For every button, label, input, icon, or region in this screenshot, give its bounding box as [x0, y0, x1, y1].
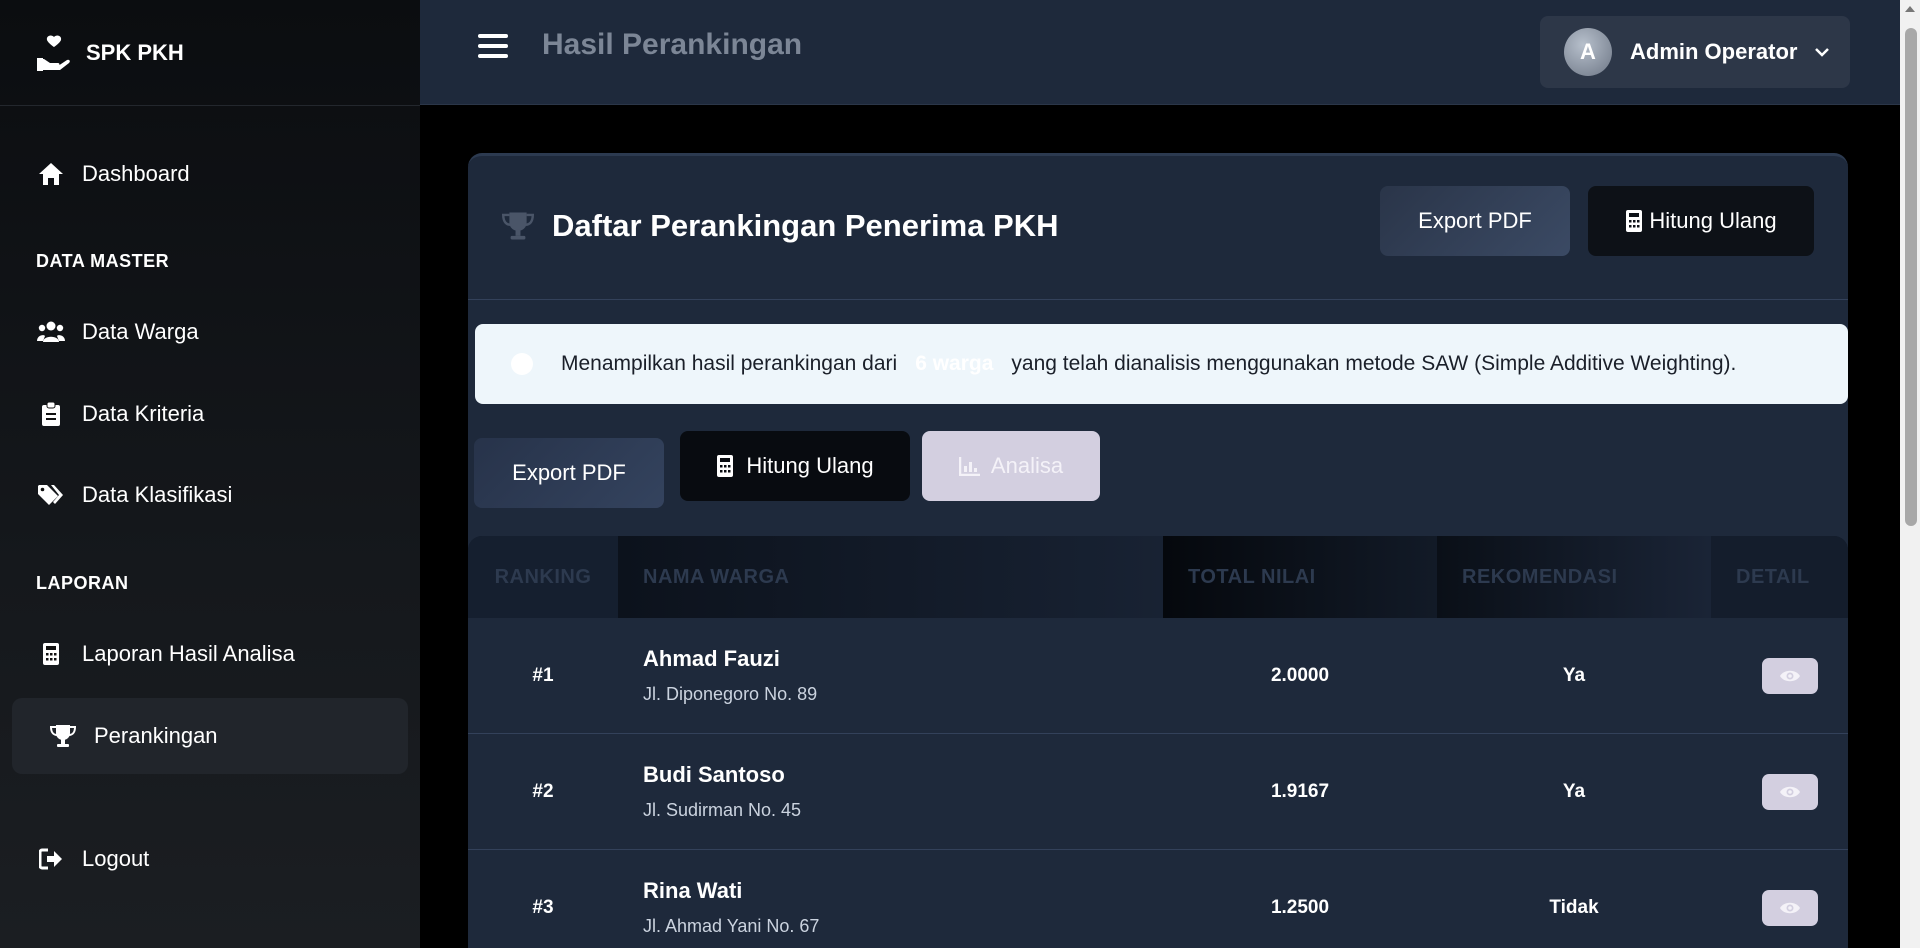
users-icon: [36, 317, 66, 347]
trophy-icon: [48, 721, 78, 751]
cell-detail: [1711, 889, 1848, 926]
cell-rank: #3: [532, 896, 554, 918]
cell-rekomendasi: Ya: [1562, 780, 1586, 802]
ranking-table: RANKING NAMA WARGA TOTAL NILAI REKOMENDA…: [468, 536, 1848, 948]
table-row: #2 Budi Santoso Jl. Sudirman No. 45 1.91…: [468, 734, 1848, 850]
sidebar-item-label: Laporan Hasil Analisa: [82, 641, 295, 666]
clipboard-icon: [36, 399, 66, 429]
trophy-icon: [502, 212, 534, 240]
calculator-icon: [36, 639, 66, 669]
page-title: Hasil Perankingan: [542, 28, 803, 61]
table-header: RANKING NAMA WARGA TOTAL NILAI REKOMENDA…: [468, 536, 1848, 618]
scrollbar-thumb[interactable]: [1905, 28, 1917, 526]
sidebar-item-data-kriteria[interactable]: Data Kriteria: [12, 376, 408, 452]
export-pdf-button[interactable]: Export PDF: [474, 438, 664, 508]
warga-name: Budi Santoso: [643, 762, 785, 787]
ranking-card: Daftar Perankingan Penerima PKH Export P…: [468, 153, 1848, 948]
page-scrollbar[interactable]: [1900, 0, 1920, 948]
eye-icon: [1779, 670, 1800, 681]
cell-nama: Budi Santoso Jl. Sudirman No. 45: [618, 762, 1163, 821]
view-detail-button[interactable]: [1761, 889, 1818, 926]
cell-rekomendasi: Ya: [1562, 664, 1586, 686]
export-pdf-button[interactable]: Export PDF: [1380, 186, 1570, 256]
cell-nama: Rina Wati Jl. Ahmad Yani No. 67: [618, 878, 1163, 937]
hand-heart-icon: [37, 35, 70, 71]
tags-icon: [36, 480, 66, 510]
hitung-ulang-button[interactable]: Hitung Ulang: [1588, 186, 1814, 256]
button-label: Hitung Ulang: [1649, 208, 1777, 233]
card-header: Daftar Perankingan Penerima PKH Export P…: [468, 156, 1848, 300]
cell-rank: #1: [532, 664, 554, 686]
table-row: #3 Rina Wati Jl. Ahmad Yani No. 67 1.250…: [468, 850, 1848, 948]
sidebar-item-perankingan[interactable]: Perankingan: [12, 698, 408, 774]
cell-detail: [1711, 773, 1848, 810]
sidebar-item-label: Data Klasifikasi: [82, 482, 233, 507]
button-label: Export PDF: [512, 460, 626, 485]
cell-rank: #2: [532, 780, 554, 802]
cell-rekomendasi: Tidak: [1549, 896, 1599, 918]
warga-address: Jl. Ahmad Yani No. 67: [643, 916, 820, 936]
calculator-icon: [1626, 210, 1643, 232]
chevron-down-icon: [1815, 48, 1830, 57]
sidebar-item-label: Data Warga: [82, 319, 199, 344]
sidebar-item-label: Data Kriteria: [82, 401, 205, 426]
chart-bar-icon: [958, 457, 980, 476]
table-row: #1 Ahmad Fauzi Jl. Diponegoro No. 89 2.0…: [468, 618, 1848, 734]
cell-total: 1.9167: [1270, 780, 1330, 802]
brand[interactable]: SPK PKH: [0, 0, 420, 106]
sidebar-item-label: Logout: [82, 846, 150, 871]
sidebar-item-dashboard[interactable]: Dashboard: [12, 136, 408, 212]
sidebar-item-data-klasifikasi[interactable]: Data Klasifikasi: [12, 457, 408, 533]
calculator-icon: [717, 455, 734, 477]
column-header-ranking[interactable]: RANKING: [468, 536, 618, 618]
card-title: Daftar Perankingan Penerima PKH: [552, 208, 1059, 243]
logout-icon: [36, 844, 66, 874]
button-label: Analisa: [990, 453, 1064, 478]
column-header-detail: DETAIL: [1711, 536, 1848, 618]
avatar: A: [1564, 28, 1612, 76]
info-alert: Menampilkan hasil perankingan dari 6 war…: [475, 324, 1848, 404]
cell-detail: [1711, 657, 1848, 694]
sidebar-item-label: Perankingan: [94, 723, 218, 748]
scroll-up-icon[interactable]: [1905, 6, 1915, 12]
section-laporan: LAPORAN: [36, 573, 129, 593]
column-header-rekomendasi[interactable]: REKOMENDASI: [1437, 536, 1711, 618]
warga-address: Jl. Diponegoro No. 89: [643, 684, 818, 704]
warga-address: Jl. Sudirman No. 45: [643, 800, 802, 820]
cell-total: 1.2500: [1270, 896, 1330, 918]
section-data-master: DATA MASTER: [36, 251, 170, 271]
user-name: Admin Operator: [1630, 39, 1798, 64]
view-detail-button[interactable]: [1761, 773, 1818, 810]
eye-icon: [1779, 786, 1800, 797]
menu-toggle-icon[interactable]: [478, 34, 508, 64]
alert-prefix: Menampilkan hasil perankingan dari: [561, 352, 898, 375]
alert-count: 6 warga: [915, 352, 994, 375]
cell-total: 2.0000: [1270, 664, 1330, 686]
warga-name: Ahmad Fauzi: [643, 646, 780, 671]
eye-icon: [1779, 902, 1800, 913]
home-icon: [36, 159, 66, 189]
button-label: Export PDF: [1418, 208, 1532, 233]
alert-suffix: yang telah dianalisis menggunakan metode…: [1011, 352, 1737, 375]
column-header-total[interactable]: TOTAL NILAI: [1163, 536, 1437, 618]
hitung-ulang-button[interactable]: Hitung Ulang: [680, 431, 910, 501]
sidebar: SPK PKH Dashboard DATA MASTER Data Warga…: [0, 0, 420, 948]
button-label: Hitung Ulang: [746, 453, 874, 478]
view-detail-button[interactable]: [1761, 657, 1818, 694]
warga-name: Rina Wati: [643, 878, 743, 903]
sidebar-item-data-warga[interactable]: Data Warga: [12, 294, 408, 370]
user-menu[interactable]: A Admin Operator: [1540, 16, 1850, 88]
info-icon: [511, 353, 533, 375]
column-header-nama[interactable]: NAMA WARGA: [618, 536, 1163, 618]
sidebar-item-laporan-hasil-analisa[interactable]: Laporan Hasil Analisa: [12, 616, 408, 692]
topbar: Hasil Perankingan A Admin Operator: [420, 0, 1900, 105]
analisa-button[interactable]: Analisa: [922, 431, 1100, 501]
sidebar-item-label: Dashboard: [82, 161, 190, 186]
cell-nama: Ahmad Fauzi Jl. Diponegoro No. 89: [618, 646, 1163, 705]
sidebar-item-logout[interactable]: Logout: [12, 821, 408, 897]
brand-name: SPK PKH: [86, 39, 184, 65]
